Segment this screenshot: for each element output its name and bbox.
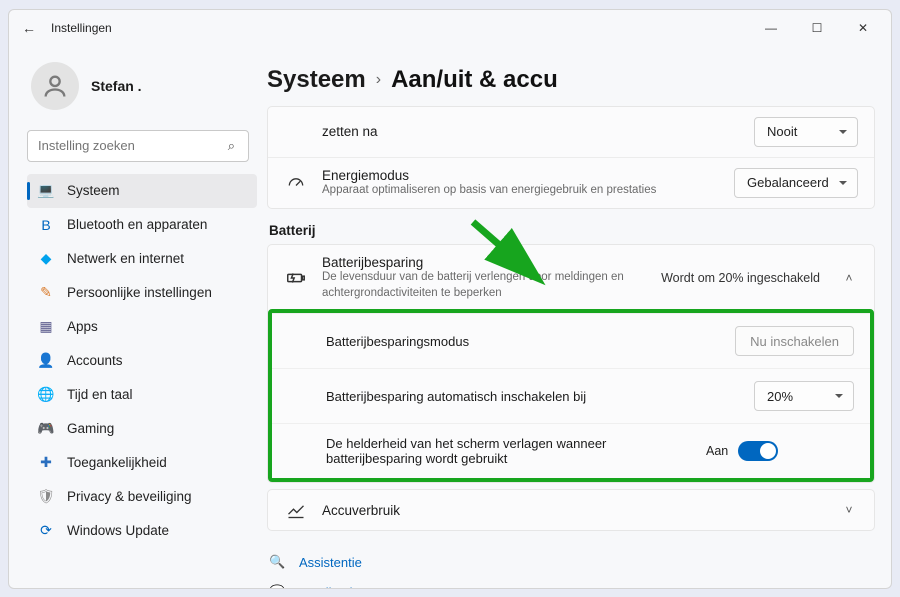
battery-saver-auto-row: Batterijbesparing automatisch inschakele…	[272, 368, 870, 423]
nav-label: Systeem	[67, 183, 120, 198]
assist-link-row[interactable]: 🔍 Assistentie	[269, 547, 875, 577]
help-icon: 🔍	[269, 554, 287, 570]
nav-label: Netwerk en internet	[67, 251, 184, 266]
nav-icon: 🛡	[37, 488, 55, 505]
mode-row-title: Batterijbesparingsmodus	[326, 334, 735, 349]
profile[interactable]: Stefan .	[27, 54, 257, 126]
sidebar-item-toegankelijkheid[interactable]: ✚ Toegankelijkheid	[27, 446, 257, 480]
battery-saver-header[interactable]: Batterijbesparing De levensduur van de b…	[268, 245, 874, 311]
sidebar-item-systeem[interactable]: 💻 Systeem	[27, 174, 257, 208]
sidebar-item-gaming[interactable]: 🎮 Gaming	[27, 412, 257, 446]
nav-label: Apps	[67, 319, 98, 334]
brightness-toggle[interactable]	[738, 441, 778, 461]
search-icon: ⌕	[228, 138, 235, 154]
minimize-button[interactable]: —	[749, 13, 793, 43]
battery-saver-sub: De levensduur van de batterij verlengen …	[322, 270, 642, 301]
sidebar-item-apps[interactable]: ▦ Apps	[27, 310, 257, 344]
battery-saver-card: Batterijbesparing De levensduur van de b…	[267, 244, 875, 483]
nav-label: Persoonlijke instellingen	[67, 285, 212, 300]
nav-label: Tijd en taal	[67, 387, 133, 402]
brightness-row-title: De helderheid van het scherm verlagen wa…	[326, 436, 706, 466]
nav-icon: 👤	[37, 352, 55, 369]
nav-icon: 💻	[37, 182, 55, 199]
back-button[interactable]: ←	[15, 14, 43, 42]
nav-icon: B	[37, 217, 55, 233]
breadcrumb: Systeem › Aan/uit & accu	[267, 58, 875, 106]
usage-title: Accuverbruik	[322, 503, 826, 518]
chevron-down-icon[interactable]: ˅	[840, 503, 858, 517]
close-button[interactable]: ✕	[841, 13, 885, 43]
window-controls: — ☐ ✕	[749, 13, 885, 43]
nav-label: Windows Update	[67, 523, 169, 538]
screen-off-dropdown[interactable]: Nooit	[754, 117, 858, 147]
sidebar-item-windows-update[interactable]: ⟳ Windows Update	[27, 514, 257, 548]
window-title: Instellingen	[51, 21, 749, 35]
highlighted-region: Batterijbesparingsmodus Nu inschakelen B…	[268, 309, 874, 482]
nav-label: Gaming	[67, 421, 114, 436]
battery-saver-status: Wordt om 20% ingeschakeld	[661, 271, 820, 285]
nav-icon: ⟳	[37, 522, 55, 539]
chevron-up-icon[interactable]: ˄	[840, 271, 858, 285]
energy-mode-row[interactable]: Energiemodus Apparaat optimaliseren op b…	[268, 157, 874, 209]
energy-mode-sub: Apparaat optimaliseren op basis van ener…	[322, 183, 720, 199]
main-content: Systeem › Aan/uit & accu zetten na Nooit…	[267, 46, 891, 588]
help-links: 🔍 Assistentie 💬 Feedback geven	[267, 537, 875, 587]
nav-icon: ▦	[37, 318, 55, 335]
nav: 💻 Systeem B Bluetooth en apparaten ◆ Netwerk …	[27, 174, 257, 548]
breadcrumb-parent[interactable]: Systeem	[267, 66, 366, 94]
settings-window: ← Instellingen — ☐ ✕ Stefan . ⌕ 💻 Systeem…	[8, 9, 892, 589]
avatar	[31, 62, 79, 110]
feedback-icon: 💬	[269, 584, 287, 587]
search-input[interactable]	[27, 130, 249, 162]
profile-name: Stefan .	[91, 78, 142, 94]
breadcrumb-current: Aan/uit & accu	[391, 66, 558, 94]
nav-label: Privacy & beveiliging	[67, 489, 192, 504]
gauge-icon	[284, 173, 308, 193]
sidebar-item-persoonlijke-instellingen[interactable]: ✎ Persoonlijke instellingen	[27, 276, 257, 310]
search-container: ⌕	[27, 130, 257, 162]
sidebar-item-bluetooth-en-apparaten[interactable]: B Bluetooth en apparaten	[27, 208, 257, 242]
chart-icon	[284, 500, 308, 520]
nav-icon: ✎	[37, 284, 55, 301]
maximize-button[interactable]: ☐	[795, 13, 839, 43]
screen-off-row[interactable]: zetten na Nooit	[268, 107, 874, 157]
sidebar-item-privacy-beveiliging[interactable]: 🛡 Privacy & beveiliging	[27, 480, 257, 514]
chevron-right-icon: ›	[376, 71, 381, 89]
nav-label: Accounts	[67, 353, 123, 368]
auto-threshold-dropdown[interactable]: 20%	[754, 381, 854, 411]
enable-now-button[interactable]: Nu inschakelen	[735, 326, 854, 356]
auto-row-title: Batterijbesparing automatisch inschakele…	[326, 389, 754, 404]
battery-saver-title: Batterijbesparing	[322, 255, 647, 270]
screen-off-tail: zetten na	[322, 124, 740, 139]
feedback-link-row[interactable]: 💬 Feedback geven	[269, 577, 875, 587]
energy-mode-title: Energiemodus	[322, 168, 720, 183]
nav-icon: ◆	[37, 250, 55, 267]
energy-mode-dropdown[interactable]: Gebalanceerd	[734, 168, 858, 198]
brightness-row: De helderheid van het scherm verlagen wa…	[272, 423, 870, 478]
nav-label: Toegankelijkheid	[67, 455, 167, 470]
nav-label: Bluetooth en apparaten	[67, 217, 207, 232]
toggle-label: Aan	[706, 444, 728, 458]
nav-icon: ✚	[37, 454, 55, 471]
nav-icon: 🎮	[37, 420, 55, 437]
sidebar: Stefan . ⌕ 💻 Systeem B Bluetooth en apparat…	[9, 46, 267, 588]
titlebar: ← Instellingen — ☐ ✕	[9, 10, 891, 46]
sidebar-item-accounts[interactable]: 👤 Accounts	[27, 344, 257, 378]
assist-link: Assistentie	[299, 555, 362, 570]
sidebar-item-tijd-en-taal[interactable]: 🌐 Tijd en taal	[27, 378, 257, 412]
nav-icon: 🌐	[37, 386, 55, 403]
battery-saver-mode-row: Batterijbesparingsmodus Nu inschakelen	[272, 313, 870, 368]
power-card: zetten na Nooit Energiemodus Apparaat op…	[267, 106, 875, 210]
battery-icon	[284, 267, 308, 289]
battery-usage-card[interactable]: Accuverbruik ˅	[267, 489, 875, 531]
sidebar-item-netwerk-en-internet[interactable]: ◆ Netwerk en internet	[27, 242, 257, 276]
feedback-link: Feedback geven	[299, 585, 395, 588]
battery-section-label: Batterij	[269, 223, 875, 238]
